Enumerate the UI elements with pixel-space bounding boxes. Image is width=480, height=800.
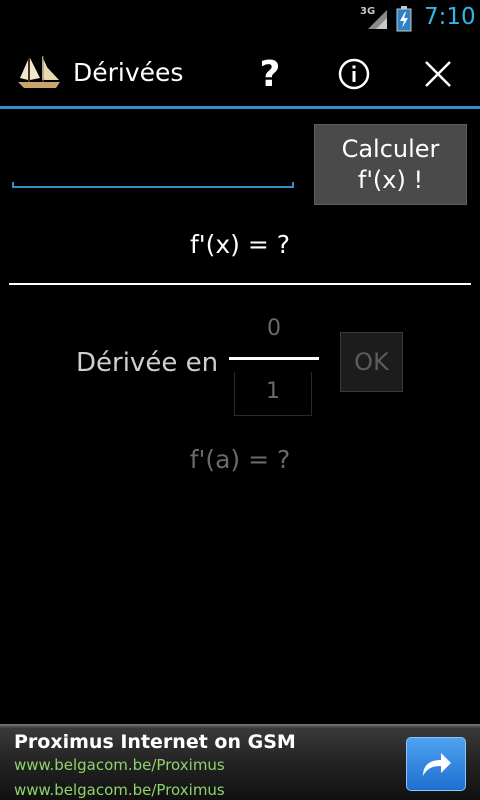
function-input-underline: [12, 182, 294, 188]
close-button[interactable]: [414, 50, 462, 98]
calculate-derivative-button[interactable]: Calculer f'(x) !: [314, 124, 467, 205]
ad-url-secondary[interactable]: www.belgacom.be/Proximus: [14, 781, 225, 799]
ad-title[interactable]: Proximus Internet on GSM: [14, 731, 296, 753]
function-input[interactable]: [12, 136, 294, 188]
evaluate-label: Dérivée en: [76, 348, 219, 378]
status-bar: 3G 7:10: [0, 0, 480, 38]
ad-url[interactable]: www.belgacom.be/Proximus: [14, 756, 225, 774]
close-icon: [425, 61, 451, 87]
app-screen: 3G 7:10 Dérivées ? Calculer f'(x) ! f'(x…: [0, 0, 480, 800]
evaluated-result: f'(a) = ?: [189, 445, 291, 474]
ad-open-button[interactable]: [406, 737, 466, 791]
info-icon: [338, 58, 370, 90]
denominator-input[interactable]: 1: [234, 372, 312, 416]
divider-line: [9, 283, 471, 285]
signal-icon: [368, 10, 387, 29]
calculate-button-line1: Calculer: [341, 134, 440, 163]
info-button[interactable]: [330, 50, 378, 98]
calculate-button-line2: f'(x) !: [357, 165, 424, 194]
fraction-bar: [229, 357, 319, 360]
numerator-input[interactable]: 0: [236, 316, 312, 348]
action-bar: Dérivées ?: [0, 38, 480, 106]
page-title: Dérivées: [73, 58, 184, 87]
share-arrow-icon: [423, 753, 451, 776]
help-button[interactable]: ?: [246, 50, 294, 98]
ad-banner[interactable]: Proximus Internet on GSM www.belgacom.be…: [0, 724, 480, 800]
help-icon: ?: [259, 53, 281, 95]
ok-button[interactable]: OK: [340, 332, 403, 392]
derivative-result: f'(x) = ?: [189, 230, 291, 259]
clock-time: 7:10: [424, 4, 476, 30]
action-bar-divider: [0, 106, 480, 109]
sailing-ship-logo: [18, 56, 60, 88]
battery-charging-icon: [396, 6, 412, 32]
